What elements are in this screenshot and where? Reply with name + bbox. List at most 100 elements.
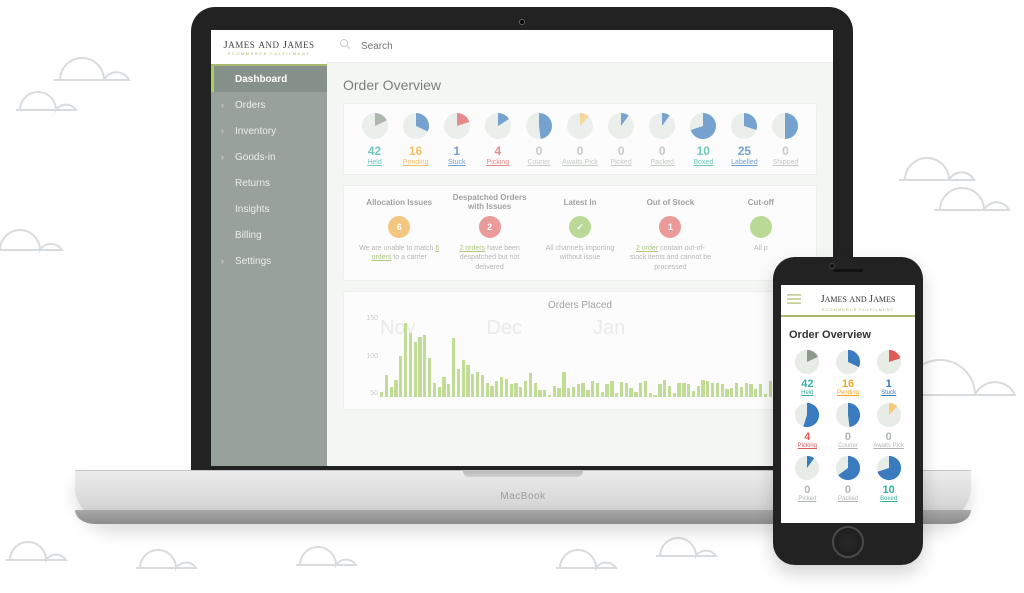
overview-item-boxed[interactable]: 10Boxed <box>683 112 724 166</box>
phone-overview-value: 0 <box>804 484 810 496</box>
bar <box>428 358 431 397</box>
overview-label: Awaits Pick <box>562 159 598 166</box>
overview-value: 42 <box>368 144 381 158</box>
bar <box>514 383 517 397</box>
overview-item-labelled[interactable]: 25Labelled <box>724 112 765 166</box>
bar <box>553 386 556 397</box>
bar <box>399 356 402 398</box>
sidebar-nav: Dashboard › Orders ›Inventory›Goods-in Retur… <box>211 66 327 274</box>
phone-overview-label: Courier <box>838 443 858 449</box>
sidebar-item-orders[interactable]: › Orders <box>211 92 327 118</box>
bar <box>764 394 767 398</box>
bar <box>625 383 628 397</box>
chevron-right-icon: › <box>221 256 229 266</box>
bar <box>418 337 421 397</box>
sidebar-item-billing[interactable]: Billing <box>211 222 327 248</box>
phone-overview-item[interactable]: 0Picked <box>789 455 826 502</box>
bar <box>581 383 584 397</box>
phone-overview-value: 10 <box>883 484 895 496</box>
overview-item-packed[interactable]: 0Packed <box>642 112 683 166</box>
status-text: All p <box>720 244 802 253</box>
bar <box>519 387 522 397</box>
status-link[interactable]: 6 orders <box>372 245 440 261</box>
chevron-right-icon: › <box>221 100 229 110</box>
sidebar-item-returns[interactable]: Returns <box>211 170 327 196</box>
sidebar-item-settings[interactable]: › Settings <box>211 248 327 274</box>
phone-device: JAMES AND JAMES ECOMMERCE FULFILMENT Ord… <box>773 257 923 565</box>
bar <box>466 365 469 397</box>
overview-label: Stuck <box>448 159 466 166</box>
phone-overview-item[interactable]: 0Packed <box>830 455 867 502</box>
status-title: Cut-off <box>720 194 802 210</box>
overview-item-pending[interactable]: 16Pending <box>395 112 436 166</box>
overview-label: Shipped <box>773 159 799 166</box>
bar <box>677 383 680 397</box>
bar <box>471 374 474 397</box>
overview-value: 0 <box>577 144 584 158</box>
status-latest-in: Latest In✓All channels importing without… <box>535 194 625 272</box>
bar <box>649 393 652 398</box>
status-title: Despatched Orders with Issues <box>448 194 530 210</box>
page-title: Order Overview <box>343 77 817 93</box>
overview-value: 10 <box>697 144 710 158</box>
bar <box>404 323 407 397</box>
phone-screen: JAMES AND JAMES ECOMMERCE FULFILMENT Ord… <box>781 285 915 523</box>
overview-item-stuck[interactable]: 1Stuck <box>436 112 477 166</box>
overview-item-awaits[interactable]: 0Awaits Pick <box>559 112 600 166</box>
chevron-right-icon: › <box>221 126 229 136</box>
overview-item-shipped[interactable]: 0Shipped <box>765 112 806 166</box>
bar <box>529 373 532 397</box>
bar <box>697 386 700 397</box>
phone-home-button[interactable] <box>832 526 864 558</box>
phone-overview-item[interactable]: 0Courier <box>830 402 867 449</box>
y-tick: 150 <box>354 315 378 322</box>
bar <box>423 335 426 397</box>
overview-item-picked[interactable]: 0Picked <box>601 112 642 166</box>
bar <box>673 393 676 398</box>
hamburger-icon[interactable] <box>787 293 801 308</box>
phone-overview-value: 4 <box>804 431 810 443</box>
bar <box>476 372 479 397</box>
bar <box>706 381 709 397</box>
phone-overview-value: 16 <box>842 378 854 390</box>
sidebar-item-goods-in[interactable]: ›Goods-in <box>211 144 327 170</box>
sidebar-item-inventory[interactable]: ›Inventory <box>211 118 327 144</box>
overview-row: 42Held16Pending1Stuck4Picking0Courier0Aw… <box>354 112 806 166</box>
sidebar-item-label: Orders <box>235 100 266 111</box>
phone-overview-item[interactable]: 10Boxed <box>870 455 907 502</box>
phone-overview-item[interactable]: 16Pending <box>830 349 867 396</box>
bar <box>721 384 724 397</box>
status-text: 2 orders have been despatched but not de… <box>448 244 530 272</box>
bar <box>394 380 397 398</box>
overview-label: Picking <box>487 159 510 166</box>
sidebar-item-dashboard[interactable]: Dashboard <box>211 66 327 92</box>
bar <box>634 392 637 398</box>
sidebar-item-label: Settings <box>235 256 271 267</box>
phone-overview-item[interactable]: 0Awaits Pick <box>870 402 907 449</box>
phone-overview-item[interactable]: 4Picking <box>789 402 826 449</box>
overview-label: Labelled <box>731 159 757 166</box>
bar <box>452 338 455 397</box>
phone-overview-label: Stuck <box>881 390 896 396</box>
app-root: JAMES AND JAMES ECOMMERCE FULFILMENT Das… <box>211 30 833 466</box>
bar <box>682 383 685 398</box>
overview-item-courier[interactable]: 0Courier <box>518 112 559 166</box>
overview-item-picking[interactable]: 4Picking <box>477 112 518 166</box>
status-link[interactable]: 2 orders <box>459 245 485 252</box>
search-icon <box>339 37 351 55</box>
status-link[interactable]: 2 order <box>636 245 658 252</box>
bar <box>409 333 412 398</box>
bar <box>505 379 508 398</box>
overview-value: 0 <box>536 144 543 158</box>
phone-overview-item[interactable]: 42Held <box>789 349 826 396</box>
overview-item-held[interactable]: 42Held <box>354 112 395 166</box>
bar <box>562 372 565 397</box>
bar <box>534 383 537 397</box>
search-input[interactable] <box>359 40 821 53</box>
sidebar-item-insights[interactable]: Insights <box>211 196 327 222</box>
bar <box>462 360 465 397</box>
bar <box>716 383 719 397</box>
sidebar-item-label: Returns <box>235 178 270 189</box>
phone-overview-item[interactable]: 1Stuck <box>870 349 907 396</box>
brand-logo[interactable]: JAMES AND JAMES ECOMMERCE FULFILMENT <box>211 30 327 66</box>
